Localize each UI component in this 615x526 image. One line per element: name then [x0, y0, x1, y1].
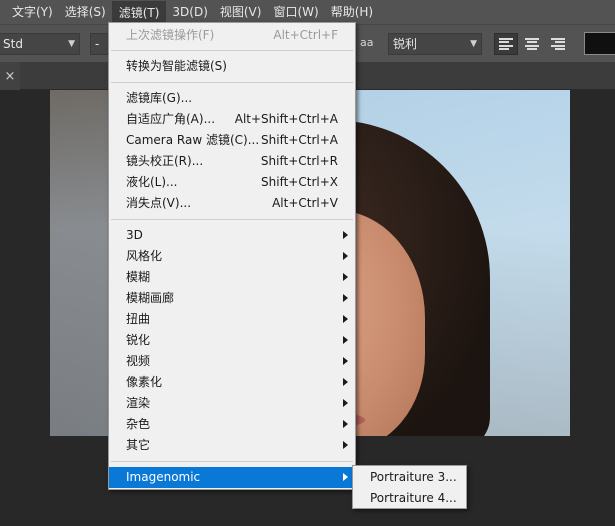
submenu-arrow-icon: [343, 357, 348, 365]
text-color-swatch[interactable]: [584, 32, 615, 55]
menu-item-render[interactable]: 渲染: [109, 393, 355, 414]
filter-menu: 上次滤镜操作(F) Alt+Ctrl+F 转换为智能滤镜(S) 滤镜库(G)..…: [108, 22, 356, 490]
menu-item-lens-correction[interactable]: 镜头校正(R)... Shift+Ctrl+R: [109, 151, 355, 172]
menu-separator: [111, 82, 353, 83]
submenu-arrow-icon: [343, 420, 348, 428]
submenu-arrow-icon: [343, 252, 348, 260]
chevron-down-icon: ▼: [68, 39, 75, 49]
font-style-value: Std: [3, 37, 23, 51]
menu-window[interactable]: 窗口(W): [267, 1, 324, 23]
menu-item-portraiture-3[interactable]: Portraiture 3...: [353, 467, 466, 488]
menu-item-pixelate[interactable]: 像素化: [109, 372, 355, 393]
submenu-arrow-icon: [343, 336, 348, 344]
align-left-button[interactable]: [494, 33, 518, 55]
font-size-value: -: [95, 37, 100, 51]
menu-filter[interactable]: 滤镜(T): [111, 1, 167, 23]
menu-help[interactable]: 帮助(H): [325, 1, 379, 23]
menu-item-blur[interactable]: 模糊: [109, 267, 355, 288]
menu-item-stylize[interactable]: 风格化: [109, 246, 355, 267]
antialias-value: 锐利: [393, 37, 418, 51]
menu-item-liquify[interactable]: 液化(L)... Shift+Ctrl+X: [109, 172, 355, 193]
menu-item-adaptive-wide-angle[interactable]: 自适应广角(A)... Alt+Shift+Ctrl+A: [109, 109, 355, 130]
submenu-arrow-icon: [343, 231, 348, 239]
menu-separator: [111, 461, 353, 462]
submenu-arrow-icon: [343, 378, 348, 386]
antialias-icon: aa: [360, 36, 374, 49]
menu-item-vanishing-point[interactable]: 消失点(V)... Alt+Ctrl+V: [109, 193, 355, 214]
menu-item-blur-gallery[interactable]: 模糊画廊: [109, 288, 355, 309]
menu-item-portraiture-4[interactable]: Portraiture 4...: [353, 488, 466, 509]
submenu-arrow-icon: [343, 399, 348, 407]
menu-item-3d[interactable]: 3D: [109, 225, 355, 246]
submenu-arrow-icon: [343, 294, 348, 302]
align-center-icon: [525, 38, 539, 50]
menu-separator: [111, 219, 353, 220]
submenu-arrow-icon: [343, 441, 348, 449]
submenu-arrow-icon: [343, 273, 348, 281]
menu-item-convert-smart-filter[interactable]: 转换为智能滤镜(S): [109, 56, 355, 77]
menu-item-distort[interactable]: 扭曲: [109, 309, 355, 330]
align-center-button[interactable]: [520, 33, 544, 55]
align-right-button[interactable]: [546, 33, 570, 55]
menu-item-imagenomic[interactable]: Imagenomic: [109, 467, 355, 488]
imagenomic-submenu: Portraiture 3... Portraiture 4...: [352, 465, 467, 509]
menu-3d[interactable]: 3D(D): [166, 1, 213, 23]
menu-item-camera-raw[interactable]: Camera Raw 滤镜(C)... Shift+Ctrl+A: [109, 130, 355, 151]
close-tab-icon[interactable]: ×: [0, 62, 20, 90]
submenu-arrow-icon: [343, 315, 348, 323]
antialias-select[interactable]: 锐利 ▼: [388, 33, 482, 55]
menu-type[interactable]: 文字(Y): [0, 1, 59, 23]
menu-view[interactable]: 视图(V): [214, 1, 268, 23]
menu-item-other[interactable]: 其它: [109, 435, 355, 456]
align-left-icon: [499, 38, 513, 50]
font-style-select[interactable]: Std ▼: [0, 33, 80, 55]
menu-item-noise[interactable]: 杂色: [109, 414, 355, 435]
align-right-icon: [551, 38, 565, 50]
font-size-select[interactable]: -: [90, 33, 110, 55]
menu-item-filter-gallery[interactable]: 滤镜库(G)...: [109, 88, 355, 109]
menu-select[interactable]: 选择(S): [59, 1, 112, 23]
menu-bar: 文字(Y) 选择(S) 滤镜(T) 3D(D) 视图(V) 窗口(W) 帮助(H…: [0, 0, 615, 24]
submenu-arrow-icon: [343, 473, 348, 481]
menu-item-sharpen[interactable]: 锐化: [109, 330, 355, 351]
menu-item-last-filter: 上次滤镜操作(F) Alt+Ctrl+F: [126, 28, 338, 42]
chevron-down-icon: ▼: [470, 39, 477, 49]
menu-separator: [111, 50, 353, 51]
menu-item-video[interactable]: 视频: [109, 351, 355, 372]
